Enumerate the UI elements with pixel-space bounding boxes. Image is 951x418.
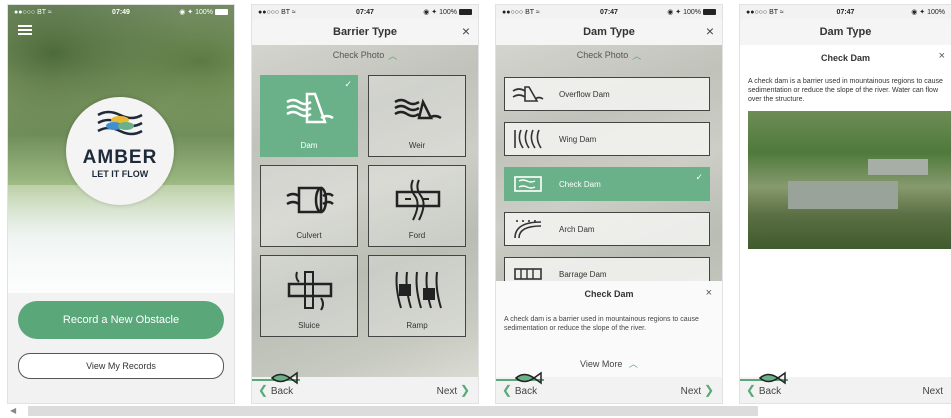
detail-header: Check Dam × — [740, 45, 951, 71]
status-time: 07:47 — [836, 8, 855, 16]
dam-wall-decoration — [868, 159, 928, 175]
page-title: Dam Type — [583, 26, 635, 38]
phone-home-screen: ●●○○○ BT ≈ 07:49 ◉ ✦ 100% AMBER LET IT F… — [7, 4, 235, 404]
phone-check-dam-detail-screen: ●●○○○ BT ≈ 07:47 ◉ ✦ 100% Dam Type Check… — [739, 4, 951, 404]
check-photo-toggle[interactable]: Check Photo ︿ — [252, 45, 478, 65]
nav-bar: Dam Type — [740, 19, 951, 45]
row-label: Barrage Dam — [559, 269, 607, 279]
back-button[interactable]: ❮ Back — [502, 383, 537, 397]
chevron-up-icon: ︿ — [388, 50, 398, 61]
footer-nav: ❮ Back Next — [740, 371, 951, 403]
tile-ramp[interactable]: Ramp — [368, 255, 466, 337]
hamburger-menu-icon[interactable] — [18, 25, 32, 35]
chevron-left-icon: ❮ — [746, 383, 757, 397]
tile-label: Sluice — [298, 321, 320, 330]
status-bar: ●●○○○ BT ≈ 07:47 ◉ ✦ 100% — [252, 5, 478, 19]
record-new-obstacle-button[interactable]: Record a New Obstacle — [18, 301, 224, 339]
page-title: Dam Type — [819, 26, 872, 38]
check-photo-label: Check Photo — [576, 50, 629, 60]
sluice-icon — [287, 271, 333, 311]
ramp-icon — [395, 271, 442, 309]
next-button[interactable]: Next ❯ — [437, 383, 470, 397]
tile-label: Weir — [408, 141, 426, 150]
sheet-title: Check Dam — [584, 289, 634, 299]
dam-icon — [286, 92, 334, 124]
chevron-left-icon: ❮ — [502, 383, 513, 397]
sheet-description: A check dam is a barrier used in mountai… — [504, 316, 699, 332]
tile-label: Culvert — [296, 231, 322, 240]
phone-barrier-type-screen: ●●○○○ BT ≈ 07:47 ◉ ✦ 100% Barrier Type ×… — [251, 4, 479, 404]
tile-ford[interactable]: Ford — [368, 165, 466, 247]
dam-row-overflow[interactable]: Overflow Dam — [504, 77, 710, 111]
tile-sluice[interactable]: Sluice — [260, 255, 358, 337]
wing-dam-icon — [514, 129, 542, 149]
status-bar: ●●○○○ BT ≈ 07:49 ◉ ✦ 100% — [8, 5, 234, 19]
row-label: Overflow Dam — [559, 89, 610, 99]
check-photo-toggle[interactable]: Check Photo ︿ — [496, 45, 722, 65]
weir-icon — [394, 98, 442, 120]
row-label: Check Dam — [559, 179, 601, 189]
close-icon[interactable]: × — [706, 23, 714, 39]
nav-bar: Dam Type × — [496, 19, 722, 45]
dam-wall-decoration — [788, 181, 898, 209]
overflow-dam-icon — [512, 86, 544, 102]
footer-nav: ❮ Back Next ❯ — [496, 371, 722, 403]
tile-label: Ford — [408, 231, 426, 240]
chevron-left-icon: ❮ — [258, 383, 269, 397]
status-bar: ●●○○○ BT ≈ 07:47 ◉ ✦ 100% — [496, 5, 722, 19]
close-icon[interactable]: × — [462, 23, 470, 39]
horizontal-scrollbar[interactable] — [28, 406, 758, 416]
chevron-up-icon: ︿ — [632, 50, 642, 61]
close-icon[interactable]: × — [706, 287, 712, 299]
checkmark-icon: ✓ — [695, 172, 703, 182]
detail-body: A check dam is a barrier used in mountai… — [740, 71, 951, 377]
chevron-right-icon: ❯ — [703, 383, 714, 397]
dam-row-check[interactable]: Check Dam ✓ — [504, 167, 710, 201]
status-time: 07:47 — [600, 8, 618, 16]
amber-logo: AMBER LET IT FLOW — [66, 97, 174, 205]
nav-bar: Barrier Type × — [252, 19, 478, 45]
phone-dam-type-screen: ●●○○○ BT ≈ 07:47 ◉ ✦ 100% Dam Type × Che… — [495, 4, 723, 404]
status-bar: ●●○○○ BT ≈ 07:47 ◉ ✦ 100% — [740, 5, 951, 19]
arch-dam-icon — [514, 220, 542, 239]
next-button[interactable]: Next ❯ — [681, 383, 714, 397]
back-button[interactable]: ❮ Back — [746, 383, 781, 397]
tile-culvert[interactable]: Culvert — [260, 165, 358, 247]
detail-description: A check dam is a barrier used in mountai… — [748, 78, 943, 103]
back-button[interactable]: ❮ Back — [258, 383, 293, 397]
check-dam-icon — [514, 176, 542, 192]
close-icon[interactable]: × — [939, 50, 945, 62]
tile-weir[interactable]: Weir — [368, 75, 466, 157]
row-label: Arch Dam — [559, 224, 595, 234]
page-title: Barrier Type — [333, 26, 397, 38]
dam-row-arch[interactable]: Arch Dam — [504, 212, 710, 246]
ford-icon — [395, 179, 441, 221]
logo-subtitle: LET IT FLOW — [91, 169, 149, 179]
check-dam-photo — [748, 111, 951, 249]
dam-row-wing[interactable]: Wing Dam — [504, 122, 710, 156]
chevron-up-icon: ︿ — [628, 359, 638, 369]
view-more-button[interactable]: View More ︿ — [496, 357, 722, 370]
view-my-records-button[interactable]: View My Records — [18, 353, 224, 379]
tile-dam[interactable]: ✓ Dam — [260, 75, 358, 157]
tile-label: Dam — [300, 141, 318, 150]
tile-label: Ramp — [406, 321, 428, 330]
info-sheet: Check Dam × A check dam is a barrier use… — [496, 281, 722, 377]
footer-nav: ❮ Back Next ❯ — [252, 371, 478, 403]
scroll-left-arrow-icon[interactable]: ◀ — [10, 406, 16, 415]
culvert-icon — [286, 186, 334, 214]
status-time: 07:47 — [356, 8, 374, 16]
detail-title: Check Dam — [820, 53, 871, 63]
amber-fish-logo-icon — [97, 110, 143, 136]
next-button[interactable]: Next — [922, 386, 943, 397]
checkmark-icon: ✓ — [344, 79, 352, 89]
status-time: 07:49 — [112, 8, 130, 16]
check-photo-label: Check Photo — [332, 50, 385, 60]
row-label: Wing Dam — [559, 134, 597, 144]
logo-title: AMBER — [82, 147, 158, 168]
chevron-right-icon: ❯ — [459, 383, 470, 397]
